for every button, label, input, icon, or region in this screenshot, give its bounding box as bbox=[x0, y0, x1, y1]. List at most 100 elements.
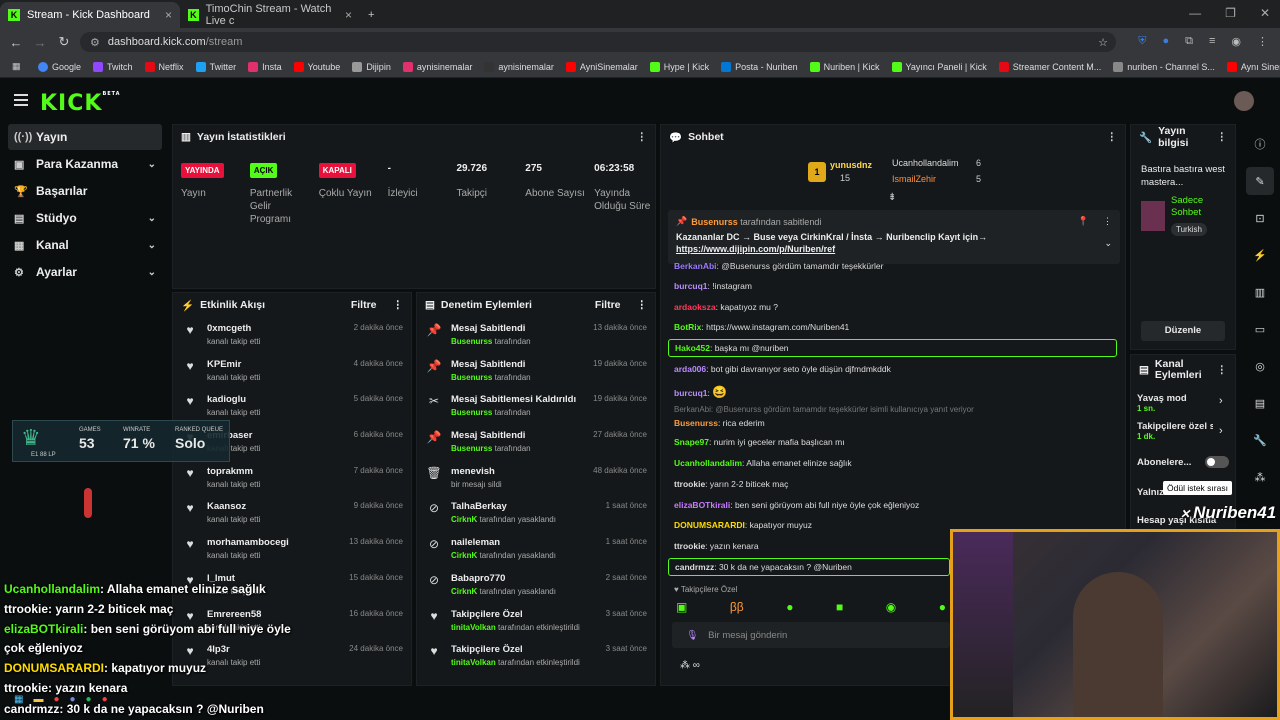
app-icon[interactable]: ● bbox=[102, 694, 108, 705]
chat-message[interactable]: elizaBOTkirali: ben seni görüyom abi ful… bbox=[674, 500, 919, 510]
chat-username[interactable]: BerkanAbi bbox=[674, 261, 717, 271]
bookmark-item[interactable]: Dijipin bbox=[352, 61, 391, 72]
bookmark-item[interactable]: Hype | Kick bbox=[649, 61, 709, 72]
bookmark-item[interactable]: Youtube bbox=[293, 61, 340, 72]
tab-timochin[interactable]: K TimoChin Stream - Watch Live c × bbox=[180, 2, 360, 28]
sidebar-item-para-kazanma[interactable]: ▣ Para Kazanma ⌄ bbox=[8, 151, 162, 177]
chevron-right-icon[interactable]: › bbox=[1219, 425, 1223, 437]
chat-message[interactable]: BotRix: https://www.instagram.com/Nuribe… bbox=[674, 322, 849, 332]
bookmark-item[interactable]: Posta - Nuriben bbox=[721, 61, 798, 72]
discord-icon[interactable]: ● bbox=[70, 694, 76, 705]
chat-username[interactable]: DONUMSARARDI bbox=[674, 520, 745, 530]
chat-username[interactable]: Busenurss bbox=[674, 418, 718, 428]
mic-icon[interactable]: 🎙 bbox=[686, 630, 698, 641]
sidebar-item-kanal[interactable]: ▦ Kanal ⌄ bbox=[8, 232, 162, 258]
filter-button[interactable]: Filtre bbox=[351, 299, 377, 311]
back-icon[interactable]: ← bbox=[4, 35, 28, 50]
chat-message[interactable]: arda006: bot gibi davranıyor seto öyle d… bbox=[674, 364, 891, 374]
spotify-icon[interactable]: ● bbox=[86, 694, 92, 705]
chat-input[interactable]: 🎙 Bir mesaj gönderin bbox=[672, 622, 950, 648]
activity-event-row[interactable]: ♥ KPEmir kanalı takip etti 4 dakika önce bbox=[173, 353, 411, 389]
bookmark-item[interactable]: aynisinemalar bbox=[402, 61, 472, 72]
wrench-icon[interactable]: 🔧 bbox=[1246, 426, 1274, 454]
chat-tools-icon[interactable]: ⁂ ∞ bbox=[680, 660, 700, 671]
forward-icon[interactable]: → bbox=[28, 35, 52, 50]
followers-only-row[interactable]: Takipçilere özel s1 dk. bbox=[1137, 421, 1213, 441]
bookmark-item[interactable]: Google bbox=[38, 61, 81, 72]
windows-icon[interactable]: ▦ bbox=[14, 694, 23, 705]
bookmark-item[interactable]: AyniSinemalar bbox=[565, 61, 638, 72]
edit-icon[interactable]: ✎ bbox=[1246, 167, 1274, 195]
chat-username[interactable]: candrmzz bbox=[675, 562, 714, 572]
more-options-icon[interactable]: ⋮ bbox=[1217, 364, 1228, 376]
moderation-event-row[interactable]: ♥ Takipçilere Özel tinitaVolkan tarafından… bbox=[417, 603, 655, 639]
sidebar-item-basarilar[interactable]: 🏆 Başarılar bbox=[8, 178, 162, 204]
bookmark-item[interactable]: Twitch bbox=[93, 61, 133, 72]
emote-icon[interactable]: ■ bbox=[836, 600, 843, 614]
bookmark-item[interactable]: aynisinemalar bbox=[484, 61, 554, 72]
subscribers-only-toggle[interactable] bbox=[1205, 456, 1229, 468]
chat-username[interactable]: burcuq1 bbox=[674, 281, 708, 291]
browser-icon[interactable]: ● bbox=[53, 694, 59, 705]
moderation-event-row[interactable]: 🗑 menevish bir mesajı sildi 48 dakika önce bbox=[417, 460, 655, 496]
emote-icon[interactable]: ▣ bbox=[676, 600, 687, 614]
list-icon[interactable]: ▤ bbox=[1246, 389, 1274, 417]
moderation-event-row[interactable]: 📌 Mesaj Sabitlendi Busenurss tarafından 27 … bbox=[417, 424, 655, 460]
unpin-icon[interactable]: 📍 bbox=[1078, 216, 1089, 227]
slow-mode-row[interactable]: Yavaş mod 1 sn. bbox=[1137, 393, 1187, 413]
emote-icon[interactable]: ● bbox=[786, 600, 793, 614]
moderation-event-row[interactable]: ✂ Mesaj Sabitlemesi Kaldırıldı Busenurss t… bbox=[417, 388, 655, 424]
minimize-icon[interactable]: — bbox=[1189, 6, 1201, 20]
moderation-event-row[interactable]: 📌 Mesaj Sabitlendi Busenurss tarafından 19 … bbox=[417, 353, 655, 389]
chat-username[interactable]: ardaoksza bbox=[674, 302, 716, 312]
activity-event-row[interactable]: ♥ toprakmm kanalı takip etti 7 dakika önce bbox=[173, 460, 411, 496]
more-options-icon[interactable]: ⋮ bbox=[1103, 216, 1112, 227]
puzzle-icon[interactable]: ⧉ bbox=[1185, 35, 1193, 48]
hamburger-menu-icon[interactable] bbox=[14, 94, 28, 106]
emote-icon[interactable]: ● bbox=[939, 600, 946, 614]
activity-event-row[interactable]: ♥ kadioglu kanalı takip etti 5 dakika önce bbox=[173, 388, 411, 424]
category-name[interactable]: Sadece Sohbet bbox=[1171, 195, 1231, 219]
moderation-event-row[interactable]: 📌 Mesaj Sabitlendi Busenurss tarafından 13 … bbox=[417, 317, 655, 353]
chat-message[interactable]: ttrookie: yarın 2-2 biticek maç bbox=[674, 479, 788, 489]
chevron-right-icon[interactable]: › bbox=[1219, 395, 1223, 407]
chat-username[interactable]: Ucanhollandalim bbox=[674, 458, 742, 468]
more-options-icon[interactable]: ⋮ bbox=[393, 299, 404, 311]
apps-icon[interactable]: ▦ bbox=[12, 61, 21, 72]
user-avatar[interactable] bbox=[1234, 91, 1254, 111]
lightning-icon[interactable]: ⚡ bbox=[1246, 241, 1274, 269]
maximize-icon[interactable]: ❐ bbox=[1225, 6, 1236, 20]
folder-icon[interactable]: ▬ bbox=[33, 694, 43, 705]
bookmark-star-icon[interactable]: ☆ bbox=[1098, 36, 1108, 49]
tab-kick-dashboard[interactable]: K Stream - Kick Dashboard × bbox=[0, 2, 180, 28]
emote-icon[interactable]: ◉ bbox=[886, 600, 896, 614]
more-options-icon[interactable]: ⋮ bbox=[1107, 131, 1118, 143]
sidebar-item-ayarlar[interactable]: ⚙ Ayarlar ⌄ bbox=[8, 259, 162, 285]
menu-icon[interactable]: ⋮ bbox=[1257, 35, 1268, 48]
chat-username[interactable]: Hako452 bbox=[675, 343, 710, 353]
broadcast-icon[interactable]: ◎ bbox=[1246, 352, 1274, 380]
chat-message[interactable]: BerkanAbi: @Busenurss gördüm tamamdır te… bbox=[674, 405, 974, 414]
pinned-link[interactable]: https://www.dijipin.com/p/Nuriben/ref bbox=[676, 244, 1112, 254]
site-info-icon[interactable]: ⚙ bbox=[90, 36, 100, 49]
shield-icon[interactable]: ⛨ bbox=[1138, 35, 1146, 48]
reading-list-icon[interactable]: ≡ bbox=[1209, 35, 1215, 48]
chat-username[interactable]: Snape97 bbox=[674, 437, 709, 447]
chat-message[interactable]: ttrookie: yazın kenara bbox=[674, 541, 759, 551]
close-tab-icon[interactable]: × bbox=[345, 8, 352, 22]
chat-username[interactable]: arda006 bbox=[674, 364, 706, 374]
extension-icon[interactable]: ● bbox=[1162, 35, 1169, 48]
collapse-icon[interactable]: ⇟ bbox=[888, 192, 896, 203]
chat-message[interactable]: Hako452: başka mı @nuriben bbox=[668, 339, 1117, 357]
activity-event-row[interactable]: ♥ 0xmcgeth kanalı takip etti 2 dakika önce bbox=[173, 317, 411, 353]
chat-message[interactable]: Snape97: nurim iyi geceler mafia başlıca… bbox=[674, 437, 845, 447]
chat-message[interactable]: burcuq1: !instagram bbox=[674, 281, 752, 291]
screenshot-icon[interactable]: ⊡ bbox=[1246, 204, 1274, 232]
activity-event-row[interactable]: ♥ morhamambocegi kanalı takip etti 13 dakik… bbox=[173, 531, 411, 567]
chat-username[interactable]: ttrookie bbox=[674, 541, 705, 551]
chat-message[interactable]: ardaoksza: kapatıyoz mu ? bbox=[674, 302, 778, 312]
bookmark-item[interactable]: Twitter bbox=[195, 61, 236, 72]
chat-message[interactable]: Ucanhollandalim: Allaha emanet elinize s… bbox=[674, 458, 852, 468]
filter-button[interactable]: Filtre bbox=[595, 299, 621, 311]
bookmark-item[interactable]: Nuriben | Kick bbox=[809, 61, 880, 72]
